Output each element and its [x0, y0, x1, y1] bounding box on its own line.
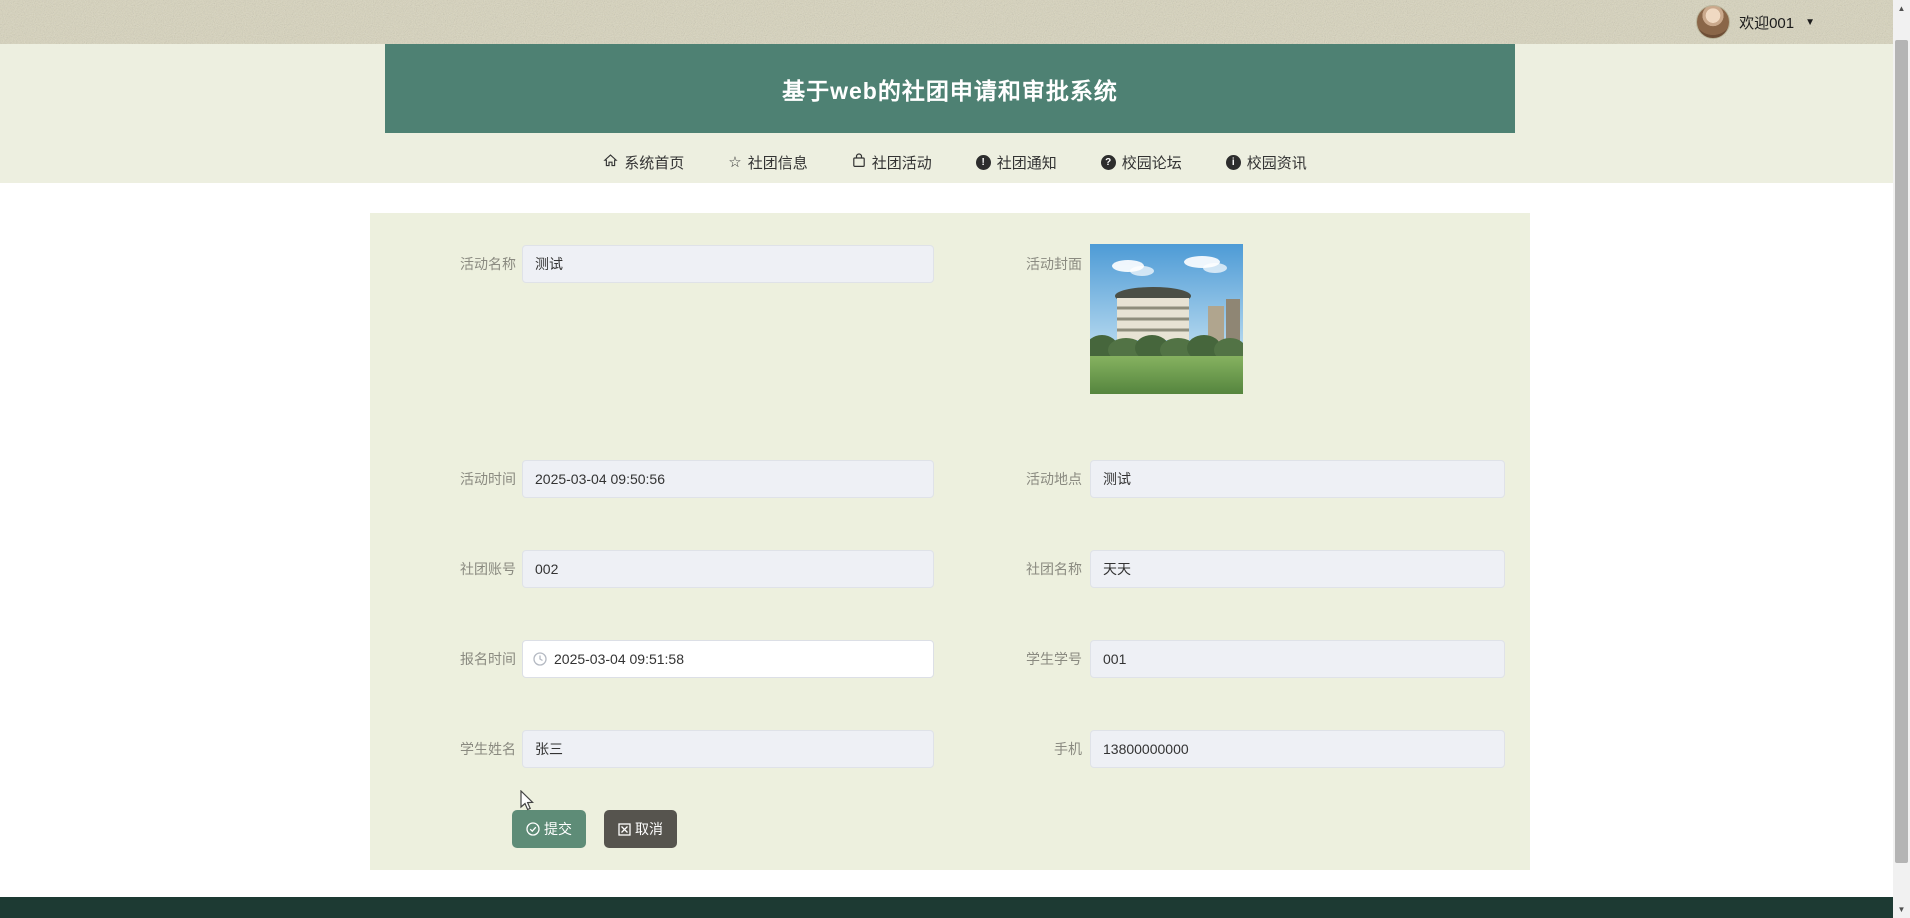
user-dropdown[interactable]: 欢迎001 ▼ [1696, 0, 1815, 44]
home-icon [603, 153, 618, 171]
scrollbar-thumb[interactable] [1895, 40, 1908, 863]
nav-item-campus-forum[interactable]: ? 校园论坛 [1101, 152, 1182, 173]
student-name-label: 学生姓名 [370, 730, 516, 768]
phone-input[interactable] [1090, 730, 1505, 768]
activity-time-label: 活动时间 [370, 460, 516, 498]
club-account-input[interactable] [522, 550, 934, 588]
activity-place-input[interactable] [1090, 460, 1505, 498]
nav-item-home[interactable]: 系统首页 [603, 152, 684, 173]
nav-item-label: 社团通知 [997, 152, 1057, 173]
star-icon: ☆ [728, 155, 741, 170]
header-band: 基于web的社团申请和审批系统 系统首页 ☆ 社团信息 社团活动 ! 社团通知 … [0, 44, 1910, 183]
scroll-up-arrow-icon[interactable]: ▲ [1893, 0, 1910, 17]
activity-cover-image[interactable] [1090, 244, 1243, 394]
nav-item-label: 校园论坛 [1122, 152, 1182, 173]
activity-name-label: 活动名称 [370, 245, 516, 283]
scroll-down-arrow-icon[interactable]: ▼ [1893, 901, 1910, 918]
club-name-label: 社团名称 [932, 550, 1082, 588]
welcome-text: 欢迎001 [1739, 12, 1794, 33]
avatar[interactable] [1696, 5, 1730, 39]
activity-name-input[interactable] [522, 245, 934, 283]
nav-item-club-activity[interactable]: 社团活动 [852, 152, 932, 173]
activity-cover-label: 活动封面 [932, 245, 1082, 283]
bag-icon [852, 153, 866, 171]
nav-item-club-notice[interactable]: ! 社团通知 [976, 152, 1057, 173]
page-title: 基于web的社团申请和审批系统 [782, 72, 1118, 106]
club-name-input[interactable] [1090, 550, 1505, 588]
signup-time-label: 报名时间 [370, 640, 516, 678]
student-id-label: 学生学号 [932, 640, 1082, 678]
nav-item-label: 校园资讯 [1247, 152, 1307, 173]
noise-texture [0, 0, 1893, 44]
activity-time-input[interactable] [522, 460, 934, 498]
topbar [0, 0, 1893, 44]
application-form-panel: 活动名称 活动封面 [370, 213, 1530, 870]
box-close-icon [618, 823, 631, 836]
nav-item-label: 系统首页 [624, 152, 684, 173]
student-id-input[interactable] [1090, 640, 1505, 678]
cancel-button[interactable]: 取消 [604, 810, 677, 848]
submit-button[interactable]: 提交 [512, 810, 586, 848]
nav-item-club-info[interactable]: ☆ 社团信息 [728, 152, 807, 173]
nav-item-label: 社团活动 [872, 152, 932, 173]
site-banner: 基于web的社团申请和审批系统 [385, 44, 1515, 133]
chevron-down-icon[interactable]: ▼ [1805, 17, 1815, 28]
vertical-scrollbar[interactable]: ▲ ▼ [1893, 0, 1910, 918]
nav-item-campus-news[interactable]: i 校园资讯 [1226, 152, 1307, 173]
signup-time-value[interactable] [554, 651, 923, 667]
exclamation-circle-icon: ! [976, 155, 991, 170]
activity-place-label: 活动地点 [932, 460, 1082, 498]
phone-label: 手机 [932, 730, 1082, 768]
nav-item-label: 社团信息 [748, 152, 808, 173]
club-account-label: 社团账号 [370, 550, 516, 588]
question-circle-icon: ? [1101, 155, 1116, 170]
info-circle-icon: i [1226, 155, 1241, 170]
submit-button-label: 提交 [544, 819, 572, 839]
student-name-input[interactable] [522, 730, 934, 768]
main-nav: 系统首页 ☆ 社团信息 社团活动 ! 社团通知 ? 校园论坛 i 校园资讯 [0, 145, 1910, 179]
cancel-button-label: 取消 [635, 819, 663, 839]
clock-icon [533, 652, 547, 666]
signup-time-input[interactable] [522, 640, 934, 678]
page-footer [0, 897, 1910, 918]
circle-check-icon [526, 822, 540, 836]
